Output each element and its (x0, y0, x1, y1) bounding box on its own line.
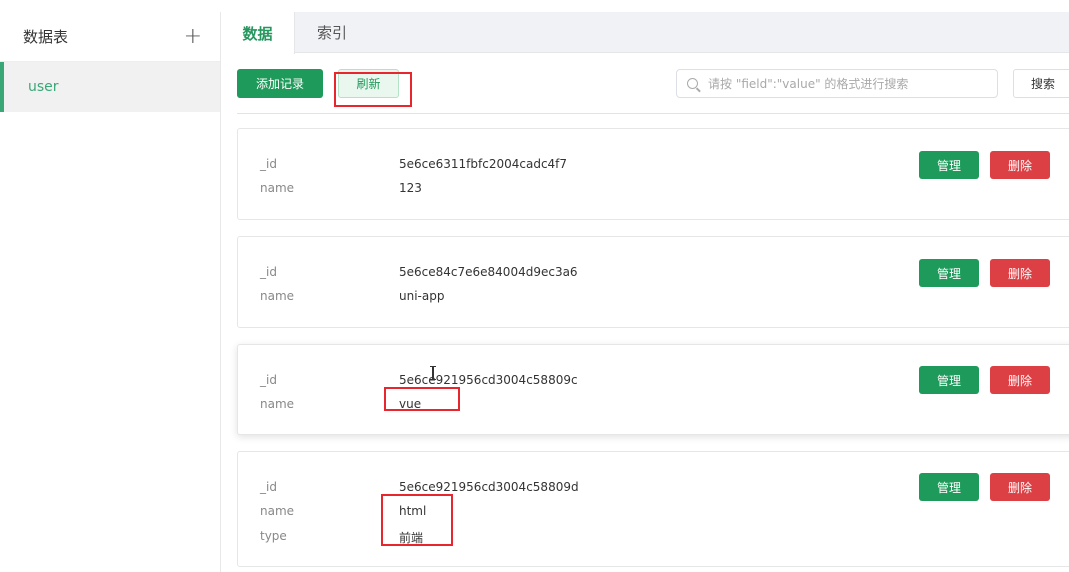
field-row: name html (260, 504, 426, 518)
manage-button[interactable]: 管理 (919, 259, 979, 287)
field-value: 5e6ce921956cd3004c58809d (399, 480, 579, 494)
add-record-button[interactable]: 添加记录 (237, 69, 323, 98)
field-key: _id (260, 480, 277, 494)
field-value: vue (399, 397, 422, 411)
field-value: 5e6ce84c7e6e84004d9ec3a6 (399, 265, 578, 279)
search-box[interactable] (676, 69, 998, 98)
sidebar-item-user[interactable]: user (0, 62, 220, 112)
delete-button[interactable]: 删除 (990, 151, 1050, 179)
manage-button[interactable]: 管理 (919, 151, 979, 179)
sidebar-header: 数据表 + (0, 12, 220, 62)
field-value: 前端 (399, 531, 424, 545)
field-value: 5e6ce6311fbfc2004cadc4f7 (399, 157, 568, 171)
field-row: name vue (260, 397, 421, 411)
field-key: type (260, 529, 287, 543)
record-card: _id 5e6ce921956cd3004c58809d name html t… (237, 451, 1069, 567)
field-key: _id (260, 373, 277, 387)
field-value: 123 (399, 181, 422, 195)
field-row: name uni-app (260, 289, 444, 303)
delete-button[interactable]: 删除 (990, 366, 1050, 394)
toolbar: 添加记录 刷新 搜索 (237, 69, 1069, 99)
field-key: name (260, 289, 295, 303)
field-value: html (399, 504, 427, 518)
field-key: name (260, 504, 295, 518)
field-row: _id 5e6ce921956cd3004c58809c (260, 373, 578, 387)
field-row: type 前端 (260, 529, 423, 546)
text-cursor-icon (430, 366, 436, 380)
tab-index[interactable]: 索引 (295, 12, 369, 52)
manage-button[interactable]: 管理 (919, 473, 979, 501)
search-icon (687, 78, 698, 89)
field-value: 5e6ce921956cd3004c58809c (399, 373, 578, 387)
field-key: name (260, 397, 295, 411)
field-key: name (260, 181, 295, 195)
sidebar: 数据表 + user (0, 12, 221, 572)
field-value: uni-app (399, 289, 445, 303)
field-row: _id 5e6ce6311fbfc2004cadc4f7 (260, 157, 567, 171)
search-input[interactable] (708, 76, 988, 91)
delete-button[interactable]: 删除 (990, 473, 1050, 501)
field-row: _id 5e6ce84c7e6e84004d9ec3a6 (260, 265, 578, 279)
sidebar-title: 数据表 (23, 28, 69, 46)
divider (237, 113, 1069, 114)
field-key: _id (260, 265, 277, 279)
record-card: _id 5e6ce84c7e6e84004d9ec3a6 name uni-ap… (237, 236, 1069, 328)
tab-bar: 数据 索引 (221, 12, 1069, 54)
tab-data[interactable]: 数据 (221, 12, 295, 54)
field-key: _id (260, 157, 277, 171)
record-card: _id 5e6ce6311fbfc2004cadc4f7 name 123 管理… (237, 128, 1069, 220)
search-button[interactable]: 搜索 (1013, 69, 1069, 98)
field-row: name 123 (260, 181, 422, 195)
delete-button[interactable]: 删除 (990, 259, 1050, 287)
record-card: _id 5e6ce921956cd3004c58809c name vue 管理… (237, 344, 1069, 435)
main-panel: 数据 索引 添加记录 刷新 搜索 _id 5e6ce6311fbfc2004ca… (221, 12, 1069, 572)
sidebar-item-label: user (28, 79, 59, 95)
refresh-button[interactable]: 刷新 (338, 69, 399, 98)
plus-icon[interactable]: + (184, 25, 202, 48)
field-row: _id 5e6ce921956cd3004c58809d (260, 480, 579, 494)
manage-button[interactable]: 管理 (919, 366, 979, 394)
